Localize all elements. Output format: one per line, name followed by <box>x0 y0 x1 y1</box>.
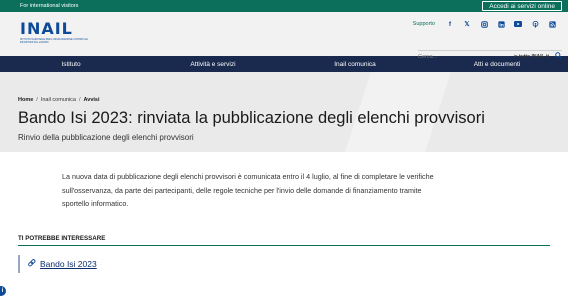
article-body: La nuova data di pubblicazione degli ele… <box>62 172 434 208</box>
international-visitors-link[interactable]: For international visitors <box>20 3 78 9</box>
instagram-icon[interactable] <box>480 20 488 28</box>
linkedin-icon[interactable]: in <box>497 20 505 28</box>
breadcrumb-separator: / <box>36 97 38 103</box>
page-subtitle: Rinvio della pubblicazione degli elenchi… <box>18 133 194 142</box>
nav-item-inail-comunica[interactable]: Inail comunica <box>284 61 426 68</box>
logo-wordmark: INAIL <box>20 19 73 38</box>
access-online-services-button[interactable]: Accedi ai servizi online <box>482 1 562 11</box>
youtube-icon[interactable] <box>514 20 522 28</box>
search-scope[interactable]: in tutto INAIL.it <box>514 54 549 60</box>
facebook-icon[interactable]: f <box>446 20 454 28</box>
search-icon[interactable] <box>555 52 562 61</box>
page-hero: Home / Inail comunica / Avvisi Bando Isi 202… <box>0 72 568 152</box>
breadcrumb-home[interactable]: Home <box>18 97 33 103</box>
article-content: La nuova data di pubblicazione degli ele… <box>0 152 568 211</box>
rss-icon[interactable] <box>548 20 556 28</box>
x-icon[interactable]: 𝕏 <box>463 20 471 28</box>
site-header: INAIL ISTITUTO NAZIONALE PER L'ASSICURAZ… <box>0 12 568 60</box>
svg-text:in: in <box>499 22 503 27</box>
breadcrumb: Home / Inail comunica / Avvisi <box>18 97 550 103</box>
search-input[interactable] <box>418 53 514 60</box>
nav-item-istituto[interactable]: Istituto <box>0 61 142 68</box>
related-heading: TI POTREBBE INTERESSARE <box>18 235 550 246</box>
inail-logo[interactable]: INAIL ISTITUTO NAZIONALE PER L'ASSICURAZ… <box>20 19 90 44</box>
related-link-bando-isi-2023[interactable]: Bando Isi 2023 <box>40 259 97 269</box>
top-bar: For international visitors Accedi ai ser… <box>0 0 568 12</box>
link-icon <box>25 256 39 270</box>
support-social-row: Supporto f 𝕏 in <box>413 20 556 28</box>
search-bar: in tutto INAIL.it <box>418 50 562 62</box>
breadcrumb-current: Avvisi <box>83 97 100 103</box>
page-title: Bando Isi 2023: rinviata la pubblicazion… <box>18 109 485 127</box>
support-link[interactable]: Supporto <box>413 21 435 27</box>
nav-item-attivita-servizi[interactable]: Attività e servizi <box>142 61 284 68</box>
breadcrumb-section[interactable]: Inail comunica <box>41 97 76 103</box>
breadcrumb-separator: / <box>78 97 81 103</box>
related-section: TI POTREBBE INTERESSARE Bando Isi 2023 <box>18 235 550 273</box>
logo-subtitle: ISTITUTO NAZIONALE PER L'ASSICURAZIONE C… <box>20 38 89 44</box>
info-icon[interactable]: i <box>0 286 6 296</box>
podcast-icon[interactable] <box>531 20 539 28</box>
related-item: Bando Isi 2023 <box>18 254 550 273</box>
search-scope-value: tutto INAIL.it <box>519 53 549 60</box>
